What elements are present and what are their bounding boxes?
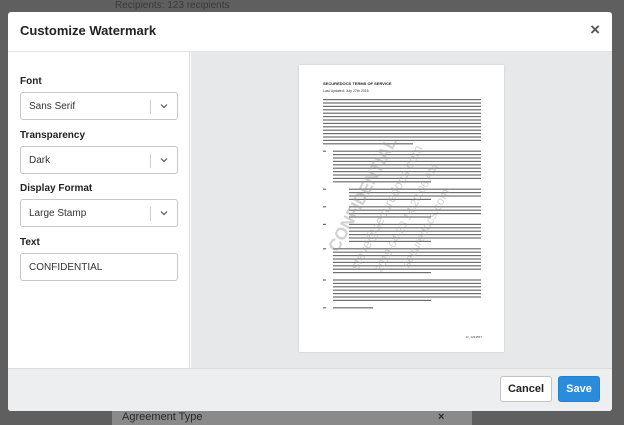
modal-footer: Cancel Save [8,368,612,411]
select-separator [150,154,151,168]
modal-header: Customize Watermark × [8,12,612,52]
customize-watermark-modal: Customize Watermark × Font Sans Serif Tr… [8,12,612,411]
chevron-down-icon [160,211,168,216]
display-format-label: Display Format [20,183,93,194]
watermark-preview-area: SECUREDOCS TERMS OF SERVICE Last Updated… [191,52,612,368]
close-icon[interactable]: × [590,20,600,40]
text-label: Text [20,237,40,248]
background-recipients-text: Recipients: 123 recipients [115,0,230,11]
display-format-select-value: Large Stamp [29,208,87,219]
chevron-down-icon [160,158,168,163]
display-format-select[interactable]: Large Stamp [20,199,178,227]
save-button[interactable]: Save [558,376,600,402]
chevron-down-icon [160,104,168,109]
transparency-select-value: Dark [29,155,51,166]
font-label: Font [20,76,42,87]
background-clear-icon: × [438,411,445,423]
select-separator [150,207,151,221]
modal-title: Customize Watermark [20,23,157,38]
font-select[interactable]: Sans Serif [20,92,178,120]
document-footer: 12_1234567 [465,335,482,339]
document-preview-page: SECUREDOCS TERMS OF SERVICE Last Updated… [299,65,504,352]
watermark-text-input[interactable] [20,253,178,281]
transparency-select[interactable]: Dark [20,146,178,174]
background-agreement-type-label: Agreement Type [122,411,203,423]
watermark-settings-panel: Font Sans Serif Transparency Dark Displa… [8,52,190,368]
select-separator [150,100,151,114]
cancel-button[interactable]: Cancel [500,376,552,402]
transparency-label: Transparency [20,130,86,141]
font-select-value: Sans Serif [29,101,76,112]
watermark-overlay: CONFIDENTIAL steve@securedocs.com 2019-0… [324,134,452,274]
